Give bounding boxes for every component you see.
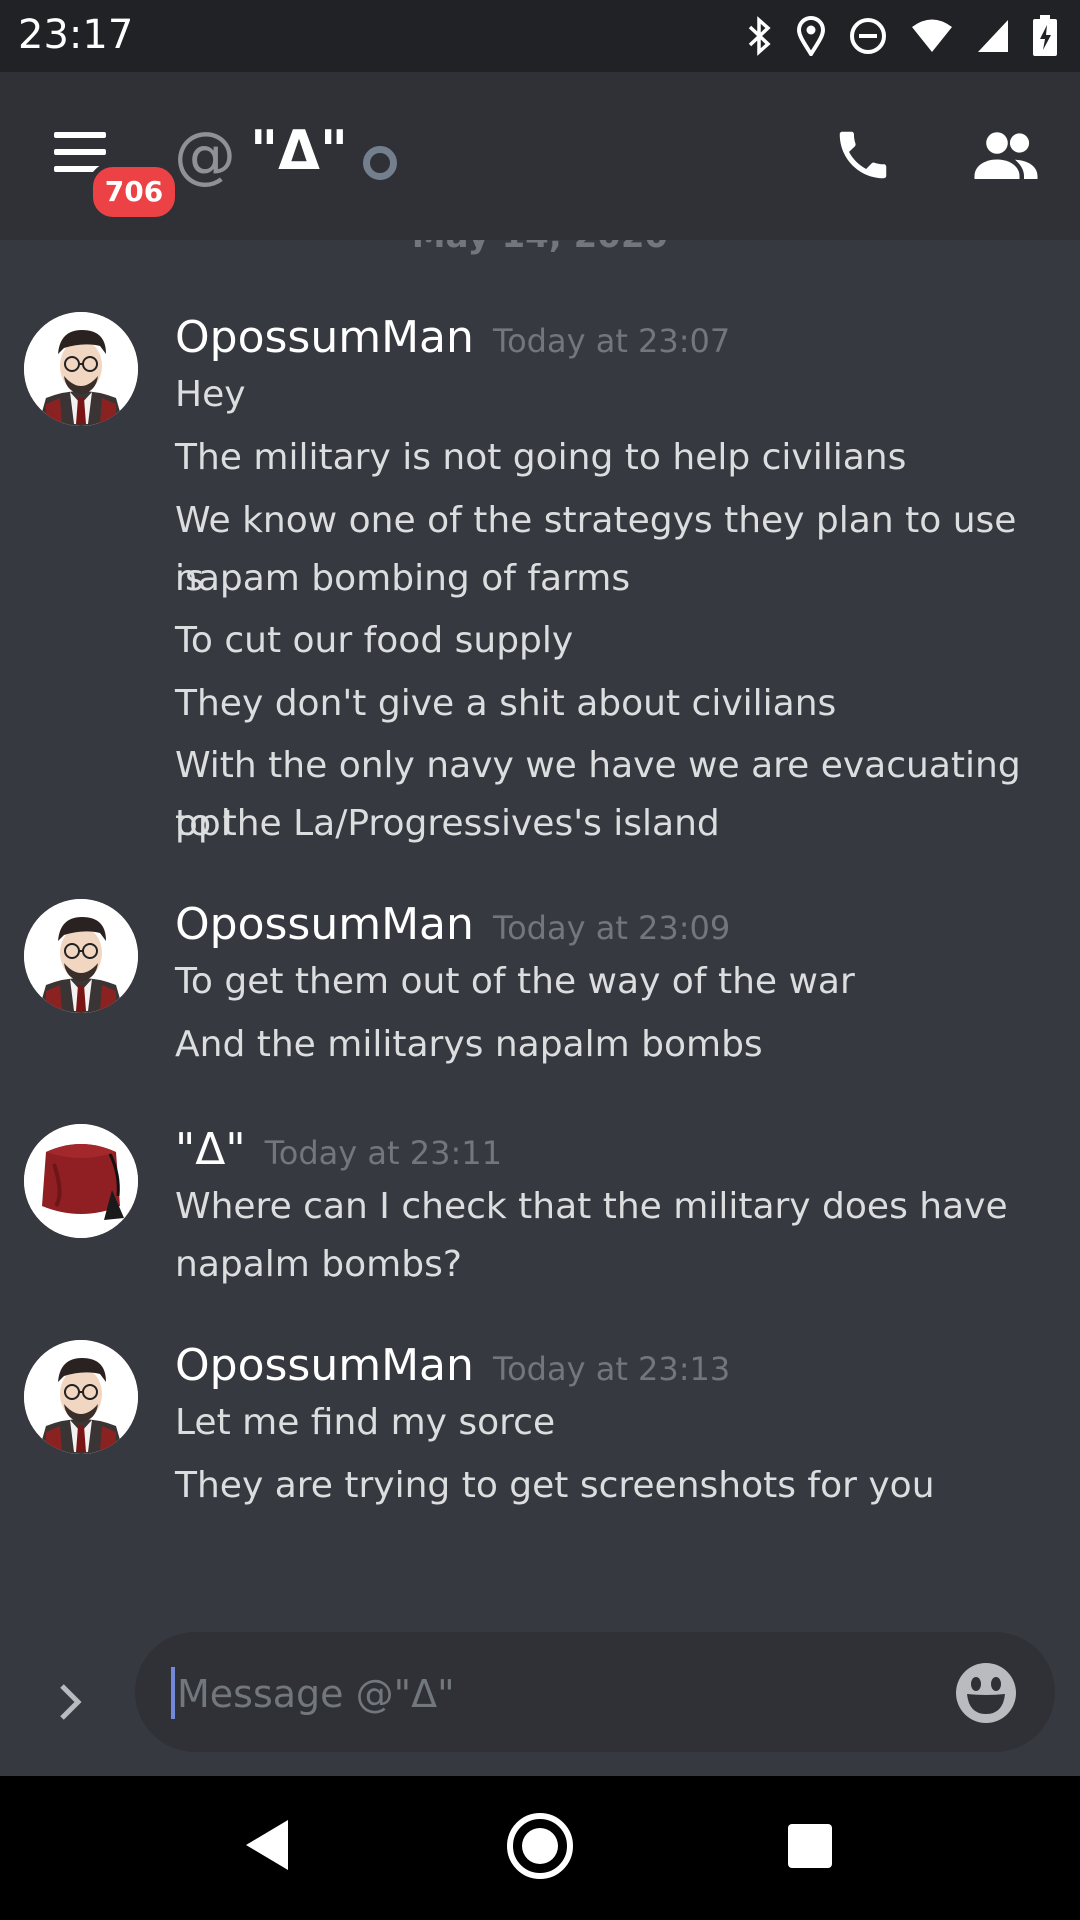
status-time: 23:17 (18, 12, 134, 58)
message-author[interactable]: OpossumMan (175, 312, 474, 363)
unread-badge: 706 (88, 162, 180, 222)
date-divider: May 14, 2020 (36, 240, 1044, 262)
chevron-right-icon (60, 1684, 82, 1720)
avatar-delta[interactable] (24, 1124, 138, 1238)
wifi-icon (912, 19, 952, 52)
avatar-opossumman[interactable] (24, 1340, 138, 1454)
at-icon: @ (174, 118, 236, 191)
nav-back-button[interactable] (244, 1818, 292, 1876)
nav-home-button[interactable] (506, 1812, 574, 1884)
message-text[interactable]: Where can I check that the military does… (175, 1178, 1055, 1236)
message-timestamp: Today at 23:09 (492, 909, 731, 947)
message-text[interactable]: The military is not going to help civili… (175, 429, 1055, 487)
message-text[interactable]: to the La/Progressives's island (175, 795, 1055, 853)
back-icon (246, 1820, 288, 1870)
message-author[interactable]: OpossumMan (175, 1340, 474, 1391)
message-timestamp: Today at 23:07 (492, 322, 731, 360)
battery-icon (1033, 15, 1057, 56)
message-text[interactable]: They are trying to get screenshots for y… (175, 1457, 1055, 1515)
message-timestamp: Today at 23:13 (492, 1350, 731, 1388)
avatar-icon (24, 1340, 138, 1454)
emoji-icon (956, 1663, 1016, 1723)
avatar-opossumman[interactable] (24, 899, 138, 1013)
members-icon (974, 132, 1038, 179)
date-divider-label: May 14, 2020 (36, 240, 1044, 256)
emoji-button[interactable] (955, 1662, 1017, 1728)
members-button[interactable] (970, 124, 1042, 190)
dnd-icon (850, 18, 886, 54)
avatar-icon (24, 312, 138, 426)
message-text[interactable]: napalm bombs? (175, 1236, 1055, 1294)
location-icon (796, 16, 826, 56)
call-button[interactable] (832, 124, 894, 190)
channel-title: "Δ" (250, 119, 349, 182)
message-author[interactable]: OpossumMan (175, 899, 474, 950)
message-composer (0, 1632, 1080, 1776)
home-icon (507, 1813, 573, 1879)
message-list[interactable]: May 14, 2020 OpossumMan Today at 23:07 (0, 240, 1080, 1632)
message-input[interactable] (175, 1658, 939, 1730)
expand-attachments-button[interactable] (56, 1680, 86, 1728)
message-text[interactable]: They don't give a shit about civilians (175, 675, 1055, 733)
bluetooth-icon (748, 16, 771, 56)
message-timestamp: Today at 23:11 (264, 1134, 502, 1172)
phone-icon (839, 131, 887, 179)
message-text[interactable]: To cut our food supply (175, 612, 1055, 670)
offline-status-icon (363, 146, 397, 180)
avatar-icon (24, 899, 138, 1013)
avatar-opossumman[interactable] (24, 312, 138, 426)
message-author[interactable]: "Δ" (175, 1124, 246, 1175)
signal-icon (978, 20, 1008, 52)
recents-icon (788, 1824, 832, 1868)
channel-header: 706 @ "Δ" (0, 72, 1080, 240)
fez-hat-icon (24, 1124, 138, 1238)
message-text[interactable]: napam bombing of farms (175, 550, 1055, 608)
message-text[interactable]: Hey (175, 366, 1055, 424)
status-bar: 23:17 (0, 0, 1080, 72)
message-text[interactable]: To get them out of the way of the war (175, 953, 1055, 1011)
system-nav-bar (0, 1776, 1080, 1920)
message-text[interactable]: And the militarys napalm bombs (175, 1016, 1055, 1074)
nav-recents-button[interactable] (786, 1822, 834, 1874)
message-text[interactable]: Let me find my sorce (175, 1394, 1055, 1452)
message-input-box[interactable] (135, 1632, 1055, 1752)
